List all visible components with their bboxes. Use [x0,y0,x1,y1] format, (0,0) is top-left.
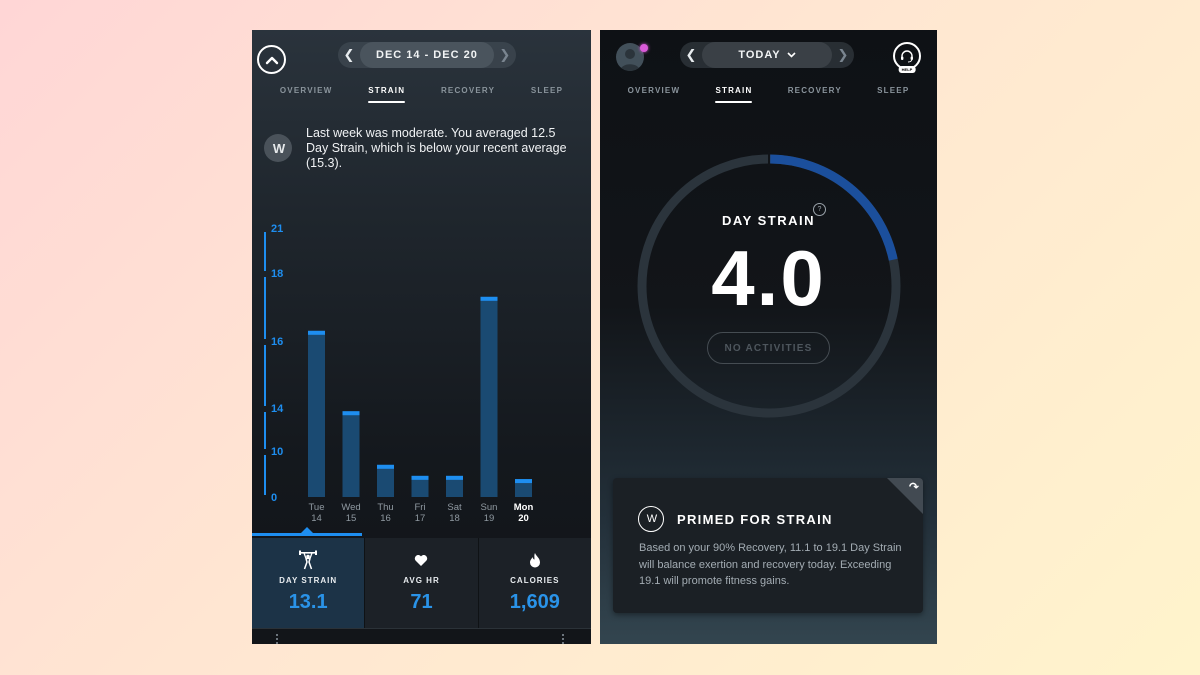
x-tick-date: 18 [449,513,460,524]
x-tick-day: Thu [377,502,393,513]
stat-value: 71 [410,591,433,613]
primed-for-strain-card: ↷ W PRIMED FOR STRAIN Based on your 90% … [613,478,923,613]
card-header: W PRIMED FOR STRAIN [638,506,833,532]
day-selector[interactable]: TODAY [702,42,832,68]
tab-overview[interactable]: OVERVIEW [628,86,681,101]
selected-stat-caret [301,527,313,533]
date-range-navigator: ❮ DEC 14 - DEC 20 ❯ [338,42,516,68]
date-range-pill[interactable]: DEC 14 - DEC 20 [360,42,494,68]
weightlifter-icon [298,550,318,570]
stat-label: AVG HR [403,576,440,585]
tab-recovery[interactable]: RECOVERY [788,86,842,101]
y-tick-label: 0 [271,492,277,504]
y-tick-label: 10 [271,446,283,458]
bar-tue[interactable] [308,330,325,497]
x-tick-day: Wed [341,502,360,513]
divider-dots [562,634,564,644]
stats-row: DAY STRAIN 13.1 AVG HR 71 CALORIES 1,609 [252,535,591,628]
tab-sleep[interactable]: SLEEP [877,86,909,101]
x-tick-date: 15 [346,513,357,524]
bar-thu[interactable] [377,464,394,497]
divider-dots [276,634,278,644]
weekly-insight: W Last week was moderate. You averaged 1… [264,126,577,171]
whoop-logo-icon: W [638,506,664,532]
whoop-badge-glyph: W [646,513,657,525]
chevron-left-icon: ❮ [343,47,355,62]
x-tick-day: Mon [514,502,534,513]
weekly-strain-screen: ❮ DEC 14 - DEC 20 ❯ OVERVIEW STRAIN RECO… [252,30,591,644]
x-tick-day: Sat [447,502,462,513]
day-strain-value: 4.0 [711,234,826,322]
tab-strain[interactable]: STRAIN [368,86,406,103]
stat-label: CALORIES [510,576,560,585]
stat-day-strain[interactable]: DAY STRAIN 13.1 [252,538,366,628]
chevron-right-icon: ❯ [499,47,511,62]
x-tick-date: 16 [380,513,391,524]
day-label: TODAY [738,49,781,61]
day-navigator: ❮ TODAY ❯ [680,42,854,68]
tab-recovery[interactable]: RECOVERY [441,86,495,101]
chevron-down-icon [787,52,796,58]
daily-strain-screen: ❮ TODAY ❯ HELP OVERVIEW STRAIN RECOVERY … [600,30,937,644]
y-tick-label: 21 [271,223,283,235]
card-title: PRIMED FOR STRAIN [677,511,833,527]
bar-sat[interactable] [446,475,463,497]
headset-icon [901,50,913,63]
y-tick-label: 18 [271,268,283,280]
stat-value: 13.1 [288,591,328,613]
stat-value: 1,609 [509,591,560,613]
date-range-label: DEC 14 - DEC 20 [376,49,478,61]
no-activities-button[interactable]: NO ACTIVITIES [707,332,830,364]
help-button[interactable]: HELP [893,42,921,73]
bar-mon[interactable] [515,479,532,497]
gauge-title: DAY STRAIN [721,213,816,228]
stat-calories[interactable]: CALORIES 1,609 [478,538,591,628]
flame-icon [529,550,541,570]
share-arrow-icon[interactable]: ↷ [909,480,919,494]
bar-wed[interactable] [342,411,360,497]
card-body: Based on your 90% Recovery, 11.1 to 19.1… [639,542,902,587]
y-tick-label: 16 [271,336,283,348]
bottom-strip [252,628,591,644]
x-tick-date: 20 [518,513,529,524]
x-tick-date: 19 [484,513,495,524]
bar-fri[interactable] [411,475,429,497]
stat-label: DAY STRAIN [279,576,338,585]
x-tick-date: 17 [415,513,426,524]
next-week-button[interactable]: ❯ [494,42,516,68]
x-tick-day: Tue [308,502,324,513]
whoop-logo-icon: W [264,134,292,162]
collapse-button[interactable] [257,45,286,74]
chevron-right-icon: ❯ [837,47,849,62]
help-tag: HELP [898,66,916,73]
bar-sun[interactable] [480,296,498,497]
chevron-left-icon: ❮ [685,47,697,62]
strain-bar-chart: 01014161821Tue14Wed15Thu16Fri17Sat18Sun1… [264,223,534,524]
heart-icon [414,550,428,570]
x-tick-day: Sun [481,502,498,513]
prev-week-button[interactable]: ❮ [338,42,360,68]
tab-bar: OVERVIEW STRAIN RECOVERY SLEEP [600,86,937,103]
chevron-up-icon [265,56,278,64]
tab-sleep[interactable]: SLEEP [531,86,563,101]
next-day-button[interactable]: ❯ [832,42,854,68]
info-glyph: ? [817,206,822,213]
tab-overview[interactable]: OVERVIEW [280,86,333,101]
tab-bar: OVERVIEW STRAIN RECOVERY SLEEP [252,86,591,103]
x-tick-date: 14 [311,513,322,524]
x-tick-day: Fri [414,502,425,513]
prev-day-button[interactable]: ❮ [680,42,702,68]
whoop-badge-glyph: W [272,140,285,156]
notification-dot [640,44,648,52]
info-icon[interactable]: ? [813,203,826,216]
y-tick-label: 14 [271,403,284,415]
tab-strain[interactable]: STRAIN [715,86,753,103]
insight-text: Last week was moderate. You averaged 12.… [306,126,567,170]
stat-avg-hr[interactable]: AVG HR 71 [365,538,479,628]
